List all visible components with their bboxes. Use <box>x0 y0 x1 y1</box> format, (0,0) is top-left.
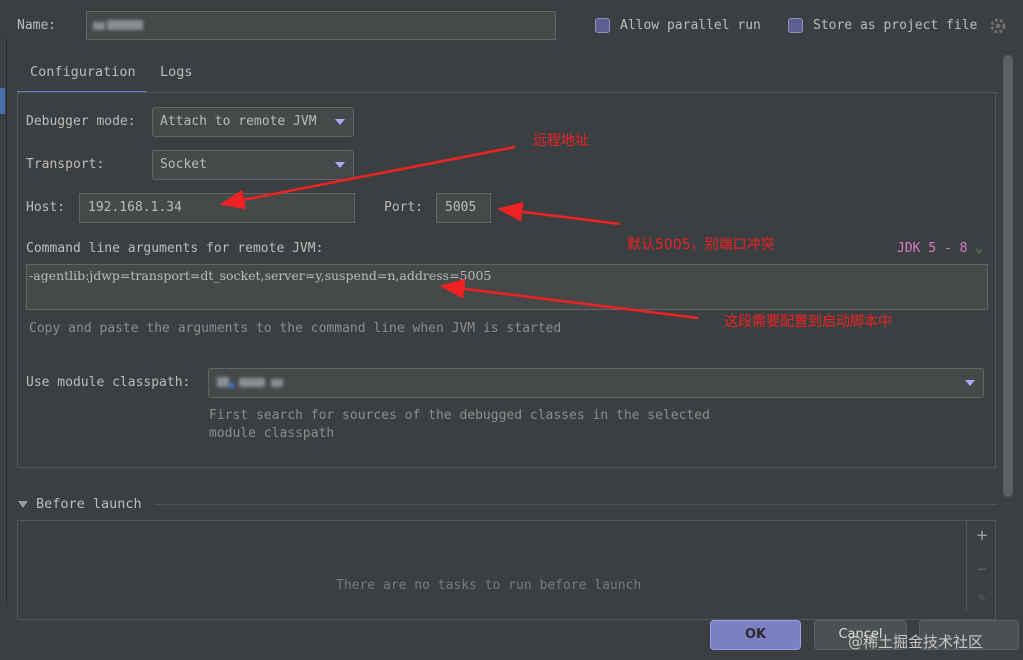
module-hint-line-1: First search for sources of the debugged… <box>209 408 710 423</box>
redacted-name <box>93 22 105 30</box>
watermark: @稀土掘金技术社区 <box>848 633 984 651</box>
allow-parallel-label: Allow parallel run <box>620 18 761 33</box>
allow-parallel-checkbox[interactable] <box>595 18 610 33</box>
chevron-down-icon <box>335 119 345 125</box>
redacted-module <box>217 377 229 387</box>
module-hint-line-2: module classpath <box>209 426 335 441</box>
transport-label: Transport: <box>26 157 105 172</box>
name-input[interactable] <box>86 11 556 40</box>
chevron-down-icon <box>18 501 28 508</box>
left-panel-selection-marker <box>0 88 5 114</box>
tab-bar: Configuration Logs <box>17 56 997 93</box>
jdk-version-selector[interactable]: JDK 5 - 8 ⌄ <box>897 241 983 256</box>
remove-icon[interactable]: − <box>974 559 990 580</box>
chevron-down-icon <box>965 380 975 386</box>
transport-select[interactable]: Socket <box>152 150 354 180</box>
name-label: Name: <box>17 18 57 33</box>
store-project-checkbox[interactable] <box>788 18 803 33</box>
annotation-remote-address: 远程地址 <box>533 133 589 149</box>
port-input[interactable]: 5005 <box>436 193 491 223</box>
host-label: Host: <box>26 200 66 215</box>
cmd-args-label: Command line arguments for remote JVM: <box>26 241 324 256</box>
port-label: Port: <box>384 200 424 215</box>
annotation-default-port: 默认5005，别端口冲突 <box>627 237 775 253</box>
host-input[interactable]: 192.168.1.34 <box>79 193 355 223</box>
module-classpath-label: Use module classpath: <box>26 375 191 390</box>
chevron-down-icon: ⌄ <box>975 241 984 256</box>
before-launch-task-list <box>17 520 996 620</box>
chevron-down-icon <box>335 162 345 168</box>
debugger-mode-label: Debugger mode: <box>26 114 136 129</box>
gear-icon[interactable] <box>988 16 1008 36</box>
tab-configuration[interactable]: Configuration <box>17 56 147 93</box>
add-icon[interactable]: + <box>974 525 990 546</box>
scrollbar[interactable] <box>1003 55 1013 497</box>
before-launch-title: Before launch <box>36 496 142 512</box>
module-classpath-select[interactable] <box>208 368 984 398</box>
store-project-label: Store as project file <box>813 18 978 33</box>
divider <box>155 504 997 505</box>
annotation-startup-script: 这段需要配置到启动脚本中 <box>724 314 892 330</box>
ok-button[interactable]: OK <box>710 620 801 650</box>
debugger-mode-select[interactable]: Attach to remote JVM <box>152 107 354 137</box>
before-launch-toggle[interactable]: Before launch <box>18 496 142 512</box>
edit-icon[interactable]: ✎ <box>974 591 990 606</box>
configuration-panel: Debugger mode: Attach to remote JVM Tran… <box>17 92 996 468</box>
left-panel-edge <box>0 38 7 606</box>
cmd-args-textarea[interactable]: -agentlib:jdwp=transport=dt_socket,serve… <box>26 264 988 310</box>
cmd-args-hint: Copy and paste the arguments to the comm… <box>29 321 562 336</box>
before-launch-empty-message: There are no tasks to run before launch <box>336 578 642 593</box>
before-launch-toolbar: + − ✎ <box>966 521 996 611</box>
tab-logs[interactable]: Logs <box>157 56 202 91</box>
